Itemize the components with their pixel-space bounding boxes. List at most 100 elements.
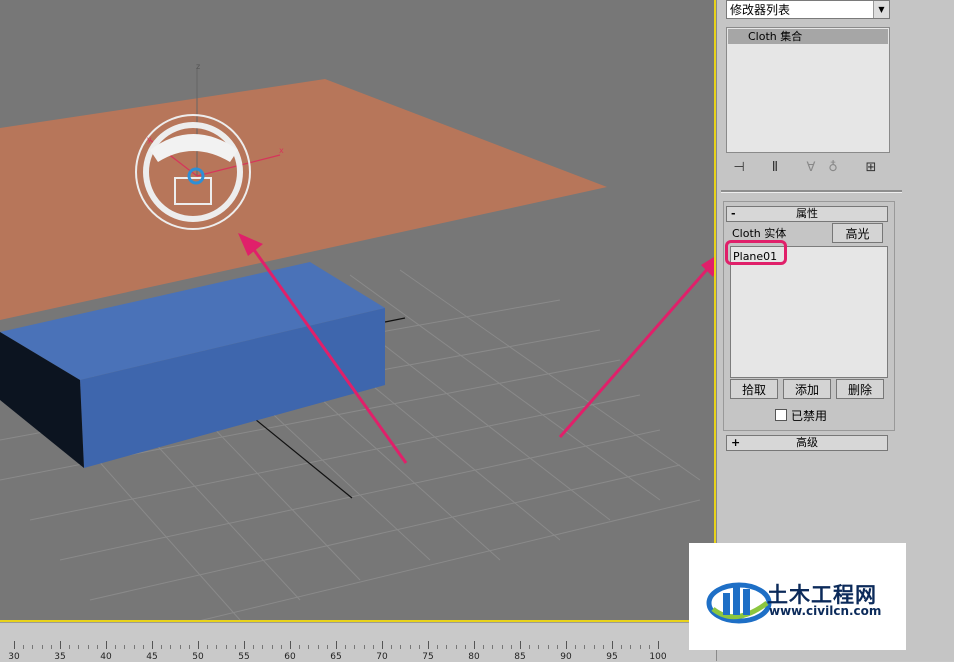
ruler-minor-tick [262,645,264,649]
perspective-viewport[interactable]: z x y [0,0,716,622]
ruler-minor-tick [32,645,34,649]
collapse-icon: - [731,207,736,220]
ruler-minor-tick [326,645,328,649]
pin-stack-icon[interactable]: ⊣ [729,158,749,178]
ruler-major-tick [290,641,291,649]
ruler-minor-tick [363,645,365,649]
configure-modifier-sets-icon[interactable]: ⊞ [861,158,881,178]
ruler-major-tick [566,641,567,649]
ruler-major-tick [106,641,107,649]
ruler-minor-tick [207,645,209,649]
axis-label-x: x [279,146,284,155]
ruler-minor-tick [602,645,604,649]
ruler-minor-tick [216,645,218,649]
watermark-logo: 土木工程网 www.civilcn.com [689,543,906,650]
ruler-major-tick [428,641,429,649]
ruler-minor-tick [271,645,273,649]
advanced-rollout-title: 高级 [796,436,818,449]
ruler-minor-tick [547,645,549,649]
ruler-minor-tick [299,645,301,649]
ruler-major-tick [382,641,383,649]
world-axis-line [384,317,406,323]
ruler-minor-tick [280,645,282,649]
ruler-minor-tick [179,645,181,649]
ruler-minor-tick [575,645,577,649]
ruler-major-tick [60,641,61,649]
ruler-minor-tick [142,645,144,649]
ruler-minor-tick [354,645,356,649]
ruler-minor-tick [50,645,52,649]
ruler-minor-tick [483,645,485,649]
modifier-stack-item[interactable]: Cloth 集合 [728,29,888,44]
highlight-button[interactable]: 高光 [832,223,883,243]
ruler-minor-tick [538,645,540,649]
ruler-minor-tick [87,645,89,649]
ruler-minor-tick [446,645,448,649]
advanced-rollout-header[interactable]: + 高级 [726,435,888,451]
ruler-minor-tick [501,645,503,649]
timeline-ruler[interactable]: 30 35 40 45 50 55 60 65 70 75 80 85 90 95 100 [0,622,716,662]
ruler-minor-tick [188,645,190,649]
ruler-minor-tick [23,645,25,649]
ruler-major-tick [474,641,475,649]
ruler-minor-tick [556,645,558,649]
annotation-arrow [558,265,712,438]
checkbox-box[interactable] [775,409,787,421]
ruler-minor-tick [492,645,494,649]
ruler-minor-tick [78,645,80,649]
chevron-down-icon[interactable]: ▼ [873,1,889,18]
ruler-minor-tick [639,645,641,649]
pick-button[interactable]: 拾取 [730,379,778,399]
cloth-object-label: Cloth 实体 [732,227,787,240]
civilcn-logo-icon [706,582,772,624]
axis-label-y: y [147,135,152,144]
delete-button[interactable]: 删除 [836,379,884,399]
ruler-minor-tick [529,645,531,649]
ruler-minor-tick [584,645,586,649]
watermark-url: www.civilcn.com [769,604,882,618]
annotation-highlight-box [725,240,787,265]
ruler-minor-tick [648,645,650,649]
cloth-object-list[interactable]: Plane01 [730,246,888,378]
ruler-minor-tick [317,645,319,649]
ruler-minor-tick [234,645,236,649]
ruler-minor-tick [69,645,71,649]
add-button[interactable]: 添加 [783,379,831,399]
viewport-scene: z x y [0,62,714,620]
ruler-minor-tick [161,645,163,649]
ruler-minor-tick [41,645,43,649]
ruler-minor-tick [372,645,374,649]
ruler-minor-tick [464,645,466,649]
ruler-major-tick [244,641,245,649]
make-unique-icon[interactable]: ∀ [801,158,821,178]
ruler-minor-tick [115,645,117,649]
ruler-minor-tick [253,645,255,649]
properties-rollout-title: 属性 [796,207,818,220]
ruler-minor-tick [409,645,411,649]
ruler-major-tick [14,641,15,649]
disabled-checkbox-label: 已禁用 [791,409,828,423]
ruler-major-tick [520,641,521,649]
show-end-result-icon[interactable]: Ⅱ [765,158,785,178]
modifier-list-dropdown[interactable]: 修改器列表 ▼ [726,0,890,19]
disabled-checkbox[interactable]: 已禁用 [775,407,827,424]
ruler-minor-tick [437,645,439,649]
ruler-minor-tick [510,645,512,649]
modifier-stack[interactable]: Cloth 集合 [726,27,890,153]
world-axis-line [249,414,353,499]
expand-icon: + [731,436,741,449]
properties-rollout-header[interactable]: - 属性 [726,206,888,222]
ruler-major-tick [336,641,337,649]
divider [721,190,902,193]
remove-modifier-icon[interactable]: ♁ [823,158,843,178]
ruler-minor-tick [96,645,98,649]
modifier-list-label: 修改器列表 [730,3,791,17]
ruler-minor-tick [593,645,595,649]
axis-label-z: z [196,62,200,71]
ruler-minor-tick [391,645,393,649]
ruler-minor-tick [630,645,632,649]
ruler-minor-tick [308,645,310,649]
ruler-major-tick [612,641,613,649]
ruler-major-tick [658,641,659,649]
ruler-minor-tick [418,645,420,649]
